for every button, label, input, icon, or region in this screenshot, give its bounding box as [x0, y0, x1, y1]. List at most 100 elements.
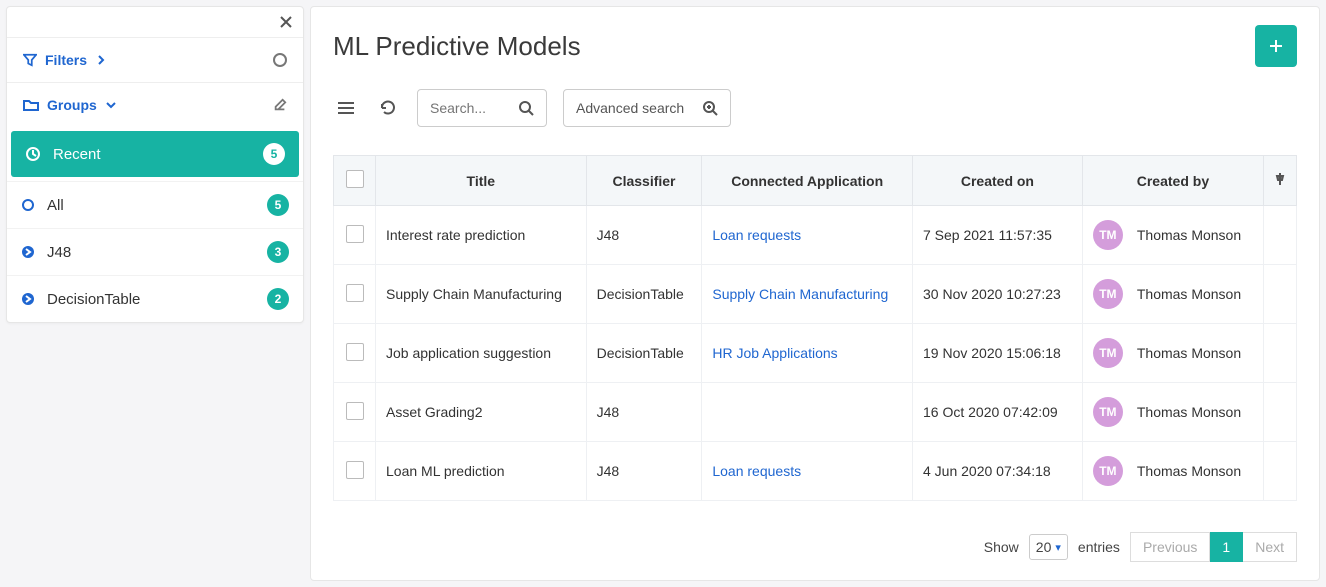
- avatar: TM: [1093, 456, 1123, 486]
- advanced-search-button[interactable]: Advanced search: [563, 89, 731, 127]
- avatar: TM: [1093, 338, 1123, 368]
- cell-created-on: 7 Sep 2021 11:57:35: [913, 206, 1083, 265]
- cell-title: Job application suggestion: [376, 324, 587, 383]
- user-name: Thomas Monson: [1137, 463, 1241, 479]
- cell-pin: [1264, 265, 1297, 324]
- cell-title: Asset Grading2: [376, 383, 587, 442]
- sidebar-panel: Filters Groups Recent 5: [6, 6, 304, 323]
- table-row[interactable]: Asset Grading2J4816 Oct 2020 07:42:09TMT…: [334, 383, 1297, 442]
- filters-label: Filters: [45, 52, 87, 68]
- toolbar: Advanced search: [333, 89, 1297, 127]
- group-item-decisiontable[interactable]: DecisionTable 2: [7, 275, 303, 322]
- cell-connected: Loan requests: [702, 442, 913, 501]
- cell-pin: [1264, 324, 1297, 383]
- connected-app-link[interactable]: Loan requests: [712, 463, 801, 479]
- group-count: 5: [263, 143, 285, 165]
- arrow-circle-icon: [21, 245, 35, 259]
- connected-app-link[interactable]: Loan requests: [712, 227, 801, 243]
- entries-label: entries: [1078, 539, 1120, 555]
- connected-app-link[interactable]: Supply Chain Manufacturing: [712, 286, 888, 302]
- menu-button[interactable]: [333, 96, 359, 120]
- cell-pin: [1264, 442, 1297, 501]
- chevron-down-icon: [105, 99, 117, 111]
- add-button[interactable]: [1255, 25, 1297, 67]
- header-created-on[interactable]: Created on: [913, 156, 1083, 206]
- connected-app-link[interactable]: HR Job Applications: [712, 345, 837, 361]
- page-1-button[interactable]: 1: [1210, 532, 1243, 562]
- header-title[interactable]: Title: [376, 156, 587, 206]
- user-name: Thomas Monson: [1137, 404, 1241, 420]
- group-count: 2: [267, 288, 289, 310]
- refresh-icon: [379, 99, 397, 117]
- group-item-j48[interactable]: J48 3: [7, 228, 303, 275]
- filters-header[interactable]: Filters: [7, 37, 303, 82]
- table-row[interactable]: Supply Chain ManufacturingDecisionTableS…: [334, 265, 1297, 324]
- caret-down-icon: ▾: [1055, 541, 1061, 554]
- search-box[interactable]: [417, 89, 547, 127]
- cell-created-on: 4 Jun 2020 07:34:18: [913, 442, 1083, 501]
- table-footer: Show 20 ▾ entries Previous 1 Next: [333, 512, 1297, 562]
- refresh-button[interactable]: [375, 95, 401, 121]
- user-name: Thomas Monson: [1137, 227, 1241, 243]
- user-name: Thomas Monson: [1137, 286, 1241, 302]
- header-classifier[interactable]: Classifier: [586, 156, 702, 206]
- edit-icon[interactable]: [273, 98, 287, 112]
- close-icon: [279, 15, 293, 29]
- main-panel: ML Predictive Models Advanced search: [310, 6, 1320, 581]
- next-button[interactable]: Next: [1243, 532, 1297, 562]
- group-label: All: [47, 197, 255, 214]
- show-label: Show: [984, 539, 1019, 555]
- close-panel-button[interactable]: [7, 7, 303, 37]
- row-checkbox[interactable]: [346, 402, 364, 420]
- cell-classifier: DecisionTable: [586, 324, 702, 383]
- cell-title: Loan ML prediction: [376, 442, 587, 501]
- header-checkbox-col: [334, 156, 376, 206]
- cell-connected: HR Job Applications: [702, 324, 913, 383]
- table-row[interactable]: Loan ML predictionJ48 Loan requests 4 Jun …: [334, 442, 1297, 501]
- cell-connected: Loan requests: [702, 206, 913, 265]
- select-all-checkbox[interactable]: [346, 170, 364, 188]
- previous-button[interactable]: Previous: [1130, 532, 1210, 562]
- groups-header[interactable]: Groups: [7, 82, 303, 127]
- row-checkbox[interactable]: [346, 284, 364, 302]
- cell-created-by: TM Thomas Monson: [1082, 383, 1263, 442]
- filter-status-icon: [273, 53, 287, 67]
- page-size-value: 20: [1036, 539, 1052, 555]
- table-row[interactable]: Interest rate predictionJ48Loan requests…: [334, 206, 1297, 265]
- user-name: Thomas Monson: [1137, 345, 1241, 361]
- page-size-select[interactable]: 20 ▾: [1029, 534, 1068, 560]
- group-item-all[interactable]: All 5: [7, 181, 303, 228]
- arrow-circle-icon: [21, 292, 35, 306]
- cell-connected: Supply Chain Manufacturing: [702, 265, 913, 324]
- table-container: Title Classifier Connected Application C…: [333, 155, 1297, 501]
- search-input[interactable]: [430, 100, 510, 116]
- page-title: ML Predictive Models: [333, 31, 581, 62]
- cell-created-by: TM Thomas Monson: [1082, 324, 1263, 383]
- row-checkbox[interactable]: [346, 461, 364, 479]
- avatar: TM: [1093, 220, 1123, 250]
- row-checkbox[interactable]: [346, 343, 364, 361]
- header-pin-col: [1264, 156, 1297, 206]
- search-plus-icon: [702, 100, 718, 116]
- filter-icon: [23, 53, 37, 67]
- pin-icon: [1274, 172, 1286, 186]
- cell-pin: [1264, 383, 1297, 442]
- row-checkbox[interactable]: [346, 225, 364, 243]
- group-label: Recent: [53, 146, 251, 163]
- avatar: TM: [1093, 397, 1123, 427]
- group-label: DecisionTable: [47, 291, 255, 308]
- header-connected[interactable]: Connected Application: [702, 156, 913, 206]
- plus-icon: [1269, 39, 1283, 53]
- advanced-search-label: Advanced search: [576, 100, 684, 116]
- models-table: Title Classifier Connected Application C…: [333, 155, 1297, 501]
- cell-classifier: J48: [586, 442, 702, 501]
- table-row[interactable]: Job application suggestionDecisionTable H…: [334, 324, 1297, 383]
- clock-icon: [25, 146, 41, 162]
- group-item-recent[interactable]: Recent 5: [11, 131, 299, 177]
- cell-title: Interest rate prediction: [376, 206, 587, 265]
- cell-classifier: J48: [586, 383, 702, 442]
- pager: Previous 1 Next: [1130, 532, 1297, 562]
- circle-icon: [21, 198, 35, 212]
- search-icon: [518, 100, 534, 116]
- header-created-by[interactable]: Created by: [1082, 156, 1263, 206]
